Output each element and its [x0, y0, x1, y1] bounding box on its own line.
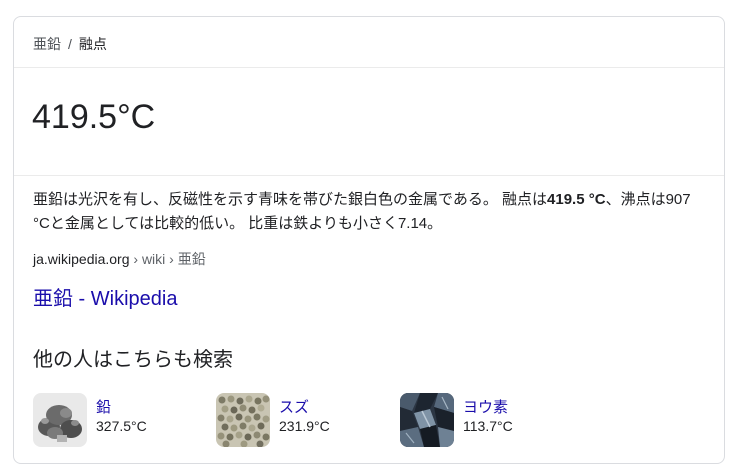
iodine-photo	[400, 393, 454, 447]
related-searches-heading: 他の人はこちらも検索	[33, 349, 233, 371]
breadcrumb-separator: /	[68, 36, 72, 52]
snippet-text-before: 亜鉛は光沢を有し、反磁性を示す青味を帯びた銀白色の金属である。 融点は	[33, 191, 548, 208]
featured-snippet-card: 亜鉛 / 融点 419.5°C 亜鉛は光沢を有し、反磁性を示す青味を帯びた銀白色の金…	[13, 16, 725, 464]
related-item-name: スズ	[279, 399, 310, 416]
related-item-value: 327.5°C	[96, 418, 147, 434]
answer-value: 419.5°C	[32, 98, 156, 136]
tin-photo	[216, 393, 270, 447]
snippet-text: 亜鉛は光沢を有し、反磁性を示す青味を帯びた銀白色の金属である。 融点は419.5…	[33, 188, 705, 236]
result-link[interactable]: 亜鉛 - Wikipedia	[33, 282, 177, 311]
source-cite[interactable]: ja.wikipedia.org › wiki › 亜鉛	[33, 249, 206, 269]
divider	[14, 67, 724, 68]
related-item-value: 231.9°C	[279, 418, 330, 434]
source-path: › wiki › 亜鉛	[129, 251, 206, 267]
breadcrumb-current: 融点	[78, 36, 107, 52]
snippet-highlight: 419.5 °C	[547, 191, 606, 208]
related-item-name: 鉛	[96, 399, 112, 416]
related-item-name: ヨウ素	[463, 399, 509, 416]
lead-photo	[33, 393, 87, 447]
source-domain: ja.wikipedia.org	[33, 251, 130, 267]
breadcrumb-parent[interactable]: 亜鉛	[33, 36, 61, 52]
divider	[14, 175, 724, 176]
related-item-value: 113.7°C	[463, 418, 513, 434]
breadcrumb: 亜鉛 / 融点	[33, 34, 107, 54]
